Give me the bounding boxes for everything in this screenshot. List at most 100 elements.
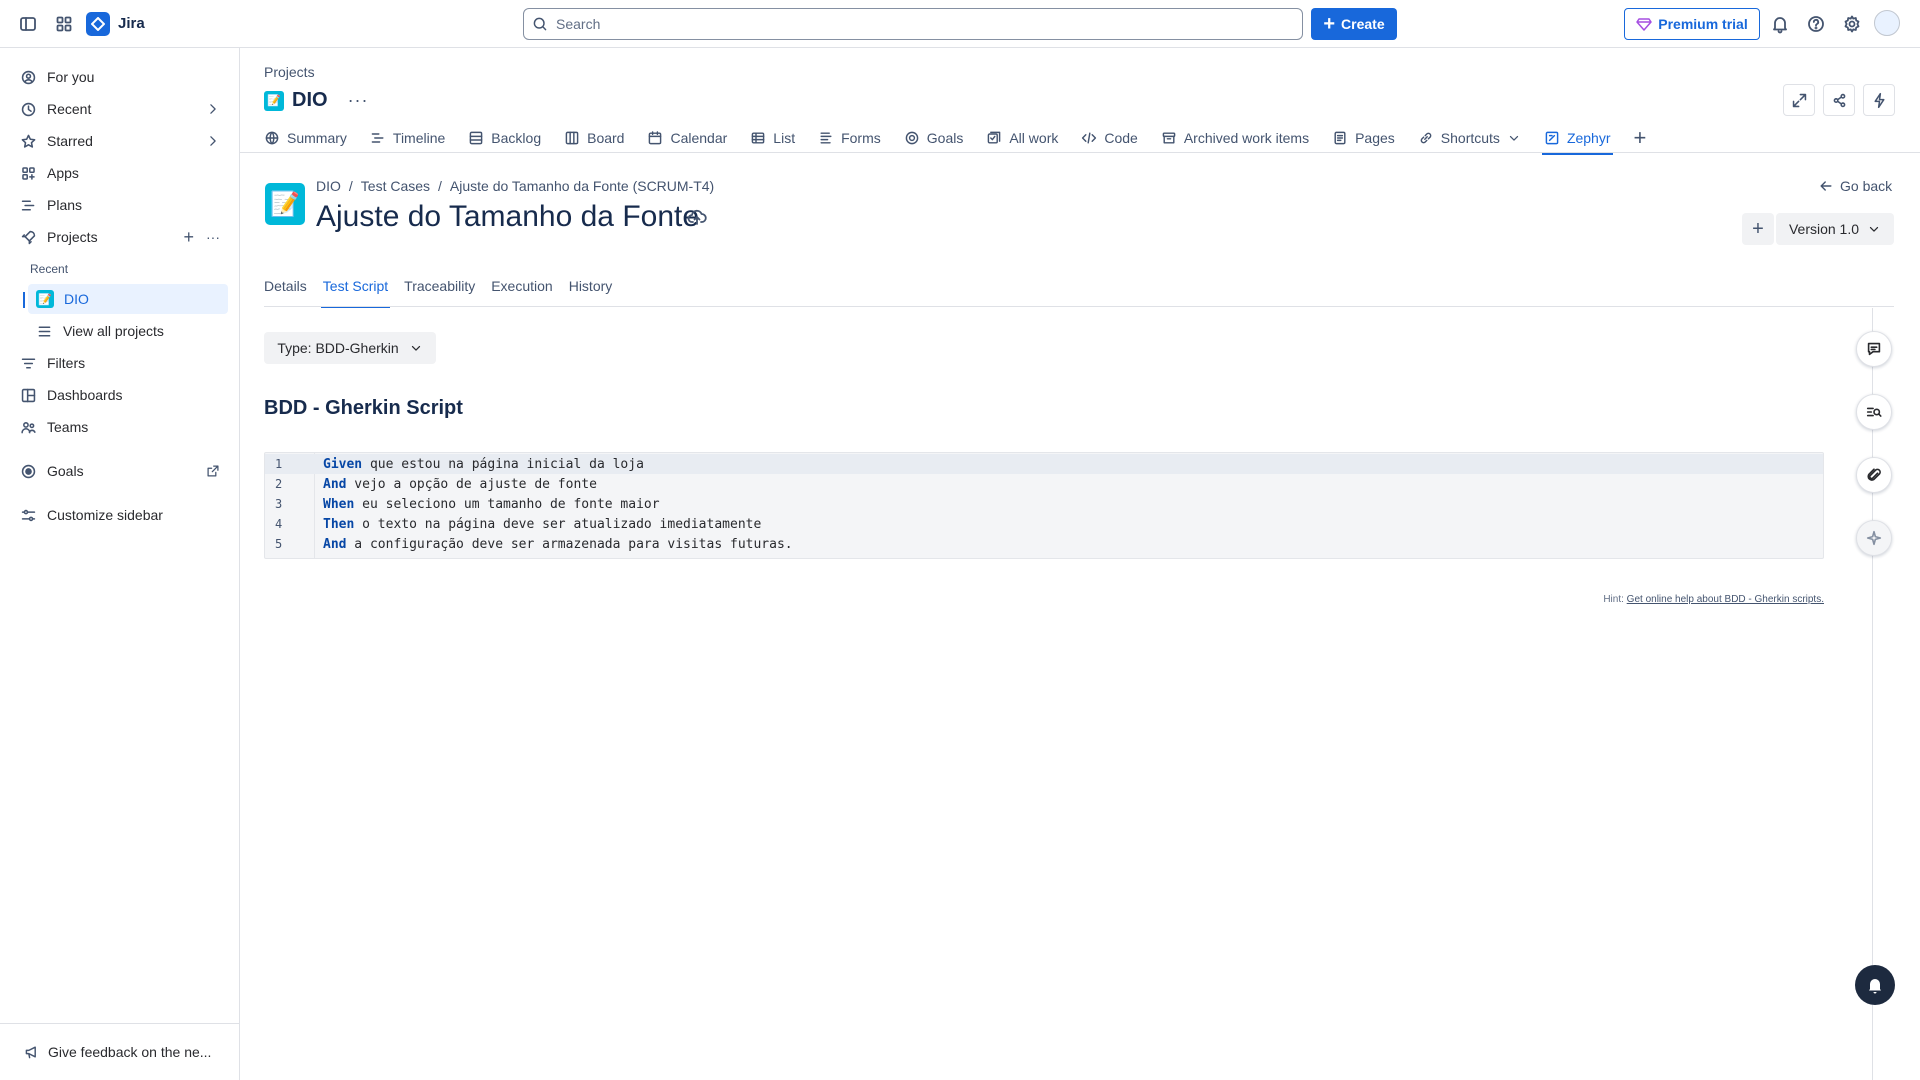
clock-icon bbox=[21, 102, 36, 116]
code-line[interactable]: 4 Then o texto na página deve ser atuali… bbox=[265, 514, 1823, 534]
create-button[interactable]: + Create bbox=[1311, 8, 1397, 40]
divider bbox=[240, 152, 1920, 153]
tab-calendar[interactable]: Calendar bbox=[647, 124, 727, 152]
sidebar-item-plans[interactable]: Plans bbox=[12, 190, 228, 220]
help-icon[interactable] bbox=[1798, 6, 1834, 42]
code-line[interactable]: 1 Given que estou na página inicial da l… bbox=[265, 454, 1823, 474]
projects-breadcrumb[interactable]: Projects bbox=[264, 64, 315, 80]
jira-logo-icon bbox=[86, 11, 110, 36]
tab-code[interactable]: Code bbox=[1081, 124, 1138, 152]
tab-test-script[interactable]: Test Script bbox=[320, 278, 391, 308]
tab-details[interactable]: Details bbox=[264, 278, 307, 300]
tab-pages[interactable]: Pages bbox=[1332, 124, 1395, 152]
sidebar-item-projects[interactable]: Projects + ··· bbox=[12, 222, 228, 252]
user-avatar[interactable] bbox=[1874, 10, 1900, 36]
sidebar-section-label: Recent bbox=[30, 262, 69, 276]
section-heading: BDD - Gherkin Script bbox=[264, 397, 463, 419]
attachment-paperclip-icon[interactable] bbox=[1856, 457, 1892, 493]
more-actions-icon[interactable]: ··· bbox=[206, 229, 220, 245]
sidebar-item-for-you[interactable]: For you bbox=[12, 62, 228, 92]
more-actions-icon[interactable]: ··· bbox=[348, 90, 369, 111]
chevron-right-icon[interactable] bbox=[206, 102, 220, 116]
code-line[interactable]: 5 And a configuração deve ser armazenada… bbox=[265, 534, 1823, 554]
code-text: vejo a opção de ajuste de fonte bbox=[346, 476, 597, 492]
line-number: 3 bbox=[275, 497, 283, 511]
breadcrumb-current[interactable]: Ajuste do Tamanho da Fonte (SCRUM-T4) bbox=[450, 178, 714, 194]
tab-backlog[interactable]: Backlog bbox=[468, 124, 541, 152]
chevron-right-icon[interactable] bbox=[206, 134, 220, 148]
lightning-automation-icon[interactable] bbox=[1863, 84, 1895, 116]
sidebar-item-recent[interactable]: Recent bbox=[12, 94, 228, 124]
expand-icon[interactable] bbox=[1783, 84, 1815, 116]
tab-goals[interactable]: Goals bbox=[904, 124, 963, 152]
tab-board[interactable]: Board bbox=[564, 124, 624, 152]
tab-execution[interactable]: Execution bbox=[491, 278, 552, 300]
test-case-icon: 📝 bbox=[265, 183, 305, 225]
sidebar-item-label: Starred bbox=[47, 133, 93, 149]
tab-forms[interactable]: Forms bbox=[818, 124, 881, 152]
code-icon bbox=[1082, 132, 1097, 144]
timeline-icon bbox=[371, 133, 384, 143]
sidebar-item-teams[interactable]: Teams bbox=[12, 412, 228, 442]
tab-archived-work-items[interactable]: Archived work items bbox=[1161, 124, 1309, 152]
app-switcher-icon[interactable] bbox=[46, 6, 82, 42]
sidebar-item-starred[interactable]: Starred bbox=[12, 126, 228, 156]
search-input[interactable] bbox=[556, 16, 1302, 32]
share-icon[interactable] bbox=[1823, 84, 1855, 116]
go-back-button[interactable]: Go back bbox=[1818, 178, 1892, 194]
code-line[interactable]: 3 When eu seleciono um tamanho de fonte … bbox=[265, 494, 1823, 514]
breadcrumb-test-cases[interactable]: Test Cases bbox=[361, 178, 430, 194]
tab-summary[interactable]: Summary bbox=[264, 124, 347, 152]
sidebar-item-goals[interactable]: Goals bbox=[12, 456, 228, 486]
notifications-bell-icon[interactable] bbox=[1762, 6, 1798, 42]
sidebar-item-apps[interactable]: Apps bbox=[12, 158, 228, 188]
search-details-icon[interactable] bbox=[1856, 394, 1892, 430]
board-icon bbox=[565, 131, 579, 145]
sidebar-item-label: Teams bbox=[47, 419, 89, 435]
forms-icon bbox=[820, 132, 832, 144]
settings-gear-icon[interactable] bbox=[1834, 6, 1870, 42]
tab-zephyr[interactable]: Zephyr bbox=[1541, 124, 1613, 155]
pages-icon bbox=[1334, 131, 1346, 145]
give-feedback-button[interactable]: Give feedback on the ne... bbox=[0, 1023, 239, 1080]
jira-logo[interactable]: Jira bbox=[86, 11, 145, 36]
sidebar-item-label: Recent bbox=[47, 101, 92, 117]
sidebar-item-dio[interactable]: 📝 DIO bbox=[28, 284, 228, 314]
comments-icon[interactable] bbox=[1856, 331, 1892, 367]
sidebar-item-filters[interactable]: Filters bbox=[12, 348, 228, 378]
list-icon bbox=[38, 325, 51, 337]
sidebar-item-label: Plans bbox=[47, 197, 83, 213]
tab-shortcuts[interactable]: Shortcuts bbox=[1418, 124, 1521, 152]
target-icon bbox=[905, 131, 919, 145]
sidebar-item-customize[interactable]: Customize sidebar bbox=[12, 500, 228, 530]
script-type-dropdown[interactable]: Type: BDD-Gherkin bbox=[264, 332, 436, 364]
sidebar-item-view-all-projects[interactable]: View all projects bbox=[28, 316, 228, 346]
tab-timeline[interactable]: Timeline bbox=[370, 124, 445, 152]
premium-trial-button[interactable]: Premium trial bbox=[1624, 8, 1760, 40]
cloud-upload-icon[interactable] bbox=[687, 207, 707, 231]
project-tabs: Summary Timeline Backlog Board Calendar … bbox=[264, 124, 1647, 155]
notification-bell-icon[interactable] bbox=[1855, 965, 1895, 1005]
gherkin-code-editor[interactable]: 1 Given que estou na página inicial da l… bbox=[264, 452, 1824, 559]
sidebar-item-dashboards[interactable]: Dashboards bbox=[12, 380, 228, 410]
add-tab-button[interactable]: + bbox=[1634, 124, 1647, 152]
external-link-icon[interactable] bbox=[206, 464, 220, 478]
sidebar-toggle-icon[interactable] bbox=[10, 6, 46, 42]
app-name: Jira bbox=[118, 15, 145, 32]
code-line[interactable]: 2 And vejo a opção de ajuste de fonte bbox=[265, 474, 1823, 494]
search-box[interactable] bbox=[523, 8, 1303, 40]
version-dropdown[interactable]: Version 1.0 bbox=[1776, 213, 1894, 245]
ai-sparkle-icon[interactable] bbox=[1856, 520, 1892, 556]
hint-help-link[interactable]: Get online help about BDD - Gherkin scri… bbox=[1627, 594, 1824, 605]
tab-history[interactable]: History bbox=[569, 278, 613, 300]
add-project-icon[interactable]: + bbox=[183, 227, 194, 248]
tab-traceability[interactable]: Traceability bbox=[404, 278, 475, 300]
add-version-button[interactable]: + bbox=[1742, 213, 1774, 245]
breadcrumb-project[interactable]: DIO bbox=[316, 178, 341, 194]
tab-label: Code bbox=[1104, 130, 1138, 146]
go-back-label: Go back bbox=[1840, 178, 1893, 194]
sidebar-item-label: Filters bbox=[47, 355, 86, 371]
tab-all-work[interactable]: All work bbox=[986, 124, 1058, 152]
line-number: 5 bbox=[275, 537, 283, 551]
tab-list[interactable]: List bbox=[750, 124, 795, 152]
